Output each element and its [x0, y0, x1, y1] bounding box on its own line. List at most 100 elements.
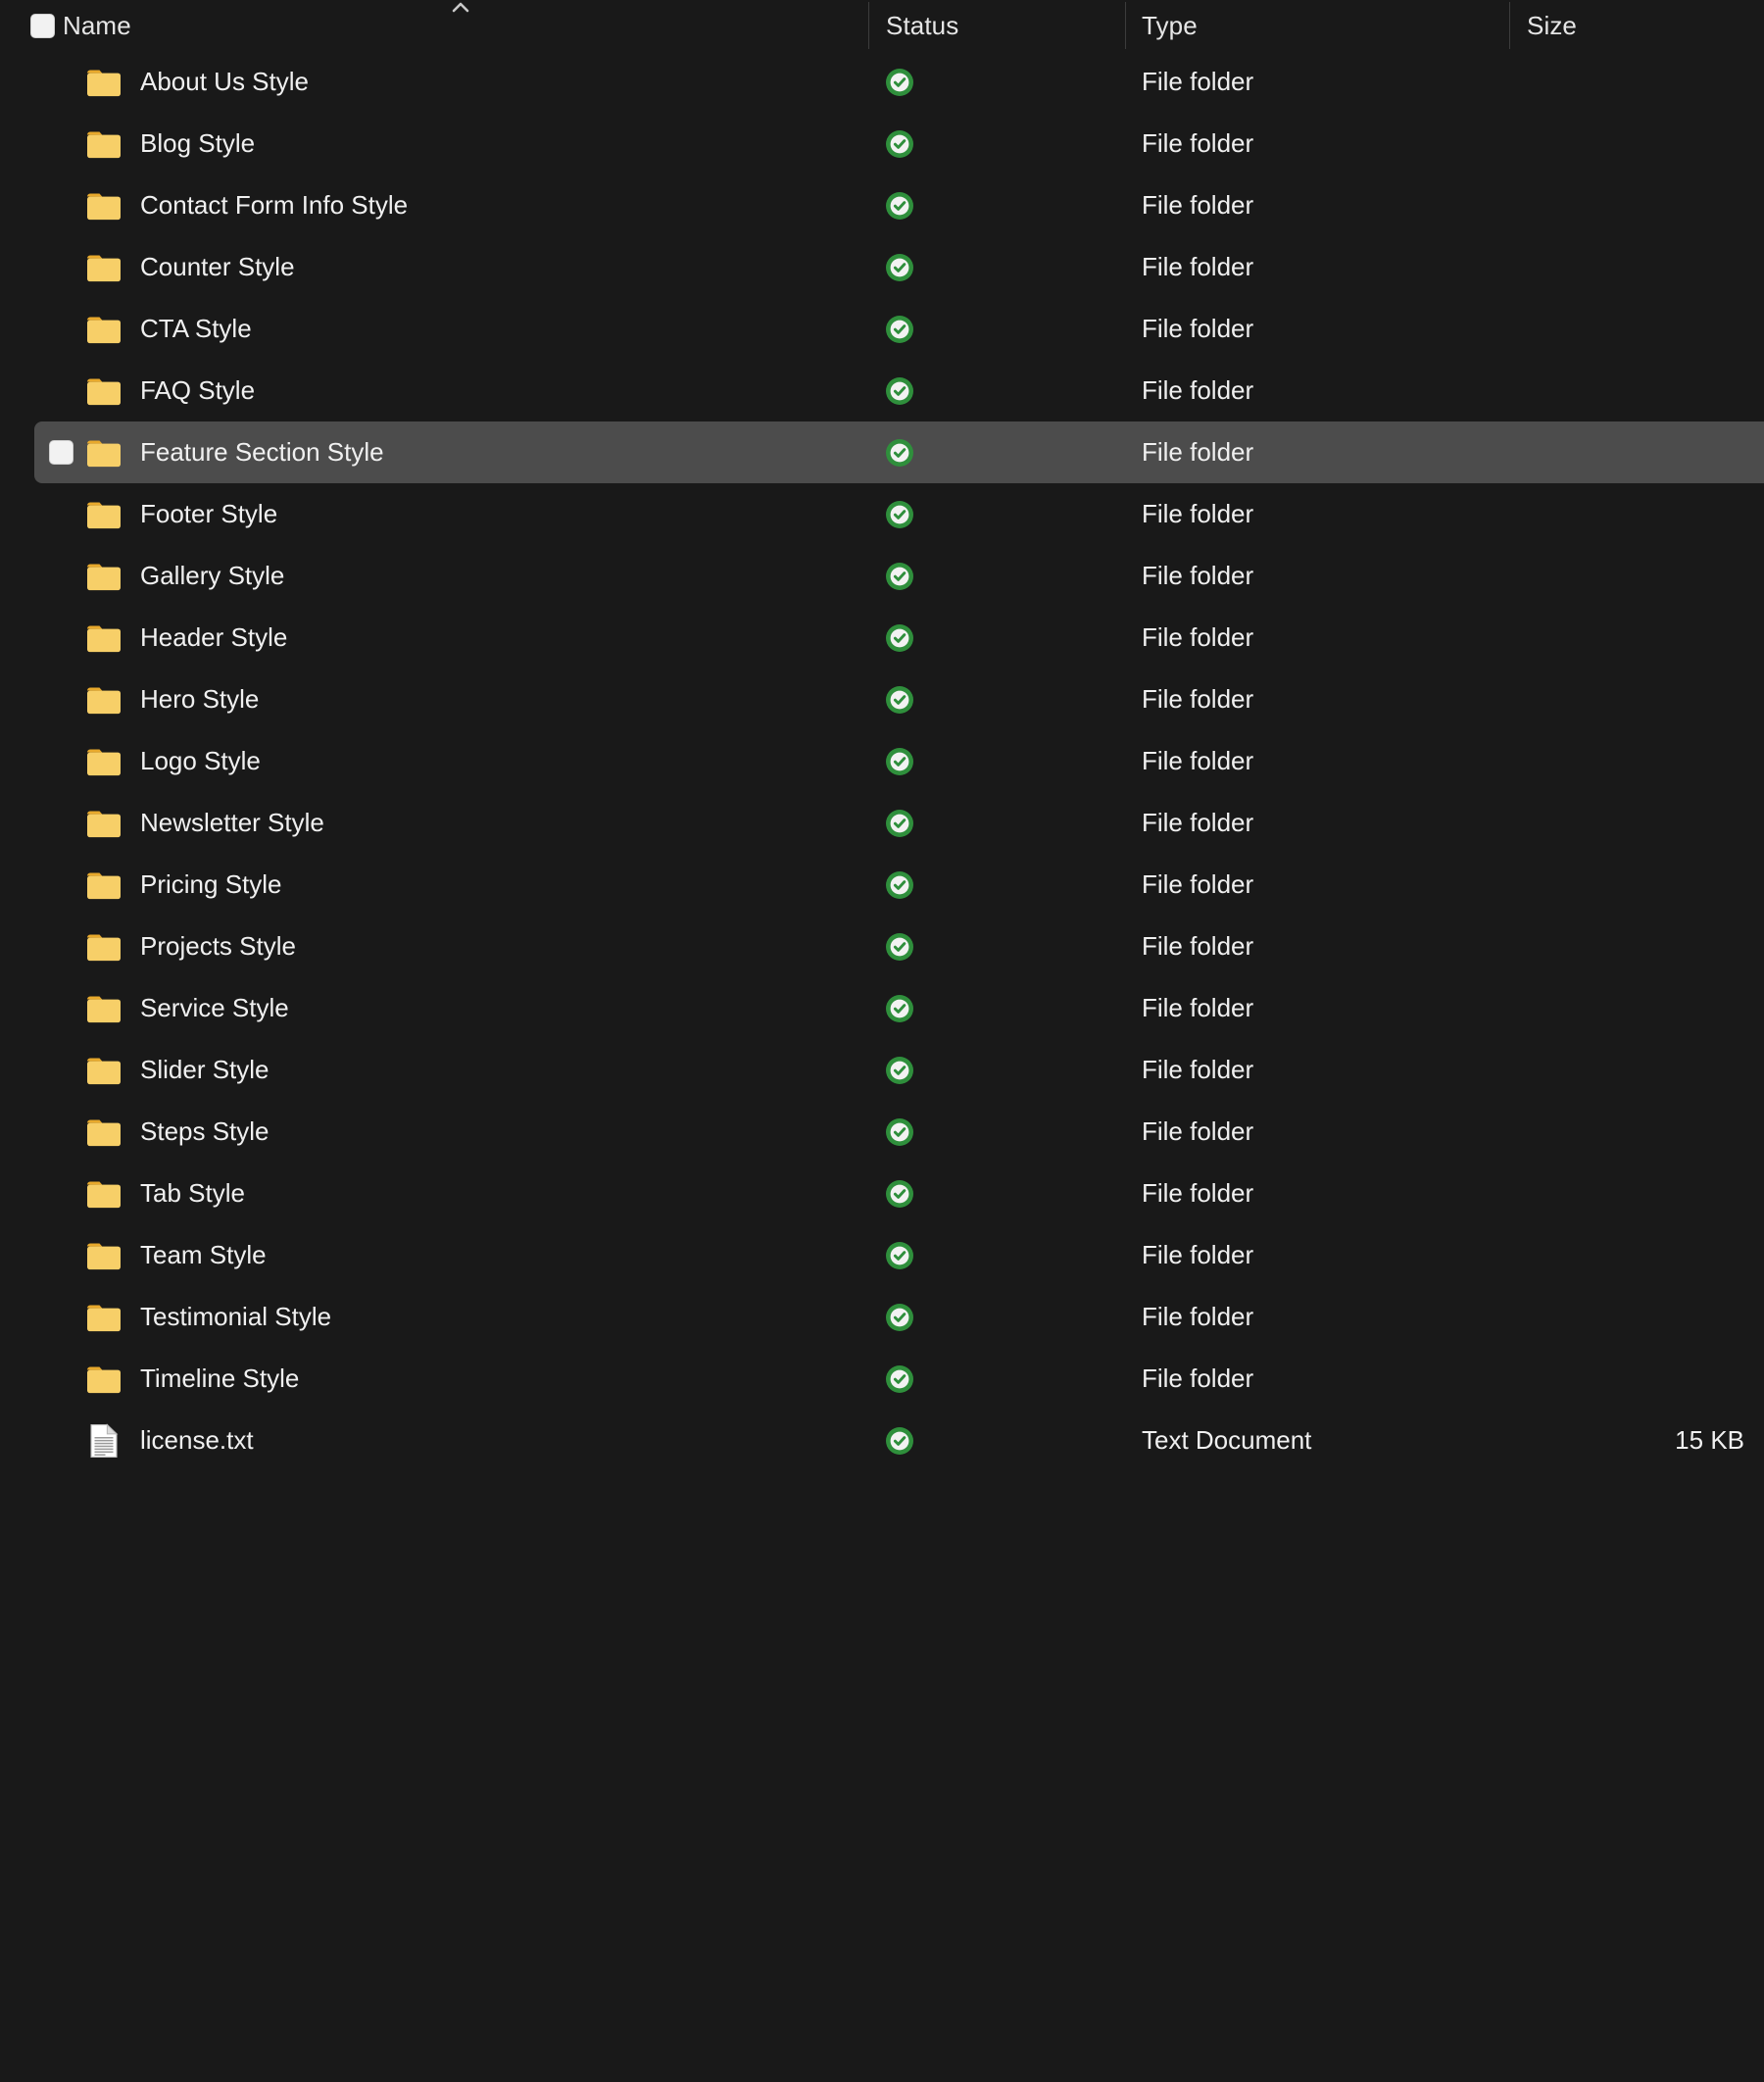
synced-check-icon	[885, 932, 914, 962]
table-row[interactable]: Slider Style File folder	[0, 1039, 1764, 1101]
row-background[interactable]: Hero StyleFile folder	[0, 669, 1764, 730]
table-row[interactable]: Newsletter StyleFile folder	[0, 792, 1764, 854]
cell-name[interactable]: Footer Style	[86, 483, 868, 545]
cell-type: File folder	[1125, 421, 1509, 483]
cell-name[interactable]: Pricing Style	[86, 854, 868, 916]
cell-name[interactable]: license.txt	[86, 1410, 868, 1471]
synced-check-icon	[885, 376, 914, 406]
row-background[interactable]: Pricing Style File folder	[0, 854, 1764, 916]
file-type-label: File folder	[1142, 869, 1253, 900]
table-row[interactable]: FAQ Style File folder	[0, 360, 1764, 421]
cell-size	[1509, 792, 1764, 854]
cell-type: File folder	[1125, 1039, 1509, 1101]
folder-icon	[86, 685, 122, 715]
table-row[interactable]: Pricing Style File folder	[0, 854, 1764, 916]
file-size-label: 15 KB	[1675, 1425, 1744, 1456]
table-row[interactable]: Timeline StyleFile folder	[0, 1348, 1764, 1410]
column-header-size[interactable]: Size	[1509, 0, 1764, 51]
cell-name[interactable]: Testimonial Style	[86, 1286, 868, 1348]
column-header-name[interactable]: Name	[0, 0, 868, 51]
row-background[interactable]: Counter StyleFile folder	[0, 236, 1764, 298]
row-background[interactable]: Timeline StyleFile folder	[0, 1348, 1764, 1410]
table-row[interactable]: Counter StyleFile folder	[0, 236, 1764, 298]
cell-name[interactable]: Counter Style	[86, 236, 868, 298]
table-row[interactable]: Footer StyleFile folder	[0, 483, 1764, 545]
table-row[interactable]: Service StyleFile folder	[0, 977, 1764, 1039]
cell-type: File folder	[1125, 113, 1509, 174]
synced-check-icon	[885, 68, 914, 97]
table-row[interactable]: Team StyleFile folder	[0, 1224, 1764, 1286]
cell-name[interactable]: Projects Style	[86, 916, 868, 977]
row-background[interactable]: Steps StyleFile folder	[0, 1101, 1764, 1163]
table-row[interactable]: About Us StyleFile folder	[0, 51, 1764, 113]
column-header-status[interactable]: Status	[868, 0, 1125, 51]
row-background[interactable]: Tab Style File folder	[0, 1163, 1764, 1224]
row-background[interactable]: FAQ Style File folder	[0, 360, 1764, 421]
cell-name[interactable]: Feature Section Style	[86, 421, 868, 483]
table-row[interactable]: Steps StyleFile folder	[0, 1101, 1764, 1163]
file-type-label: File folder	[1142, 375, 1253, 406]
cell-size	[1509, 113, 1764, 174]
table-row[interactable]: Tab Style File folder	[0, 1163, 1764, 1224]
row-background[interactable]: Testimonial StyleFile folder	[0, 1286, 1764, 1348]
folder-icon	[86, 500, 122, 529]
cell-name[interactable]: Newsletter Style	[86, 792, 868, 854]
table-row[interactable]: Header Style File folder	[0, 607, 1764, 669]
column-header-type[interactable]: Type	[1125, 0, 1509, 51]
cell-name[interactable]: Logo Style	[86, 730, 868, 792]
cell-name[interactable]: Tab Style	[86, 1163, 868, 1224]
table-row[interactable]: Testimonial StyleFile folder	[0, 1286, 1764, 1348]
synced-check-icon	[885, 1179, 914, 1209]
row-checkbox[interactable]	[49, 440, 74, 465]
cell-name[interactable]: CTA Style	[86, 298, 868, 360]
row-background[interactable]: Service StyleFile folder	[0, 977, 1764, 1039]
row-background[interactable]: Gallery StyleFile folder	[0, 545, 1764, 607]
cell-name[interactable]: Service Style	[86, 977, 868, 1039]
row-background[interactable]: CTA StyleFile folder	[0, 298, 1764, 360]
cell-status	[868, 1163, 1125, 1224]
table-row[interactable]: Logo StyleFile folder	[0, 730, 1764, 792]
cell-name[interactable]: About Us Style	[86, 51, 868, 113]
cell-size	[1509, 1163, 1764, 1224]
row-background[interactable]: Footer StyleFile folder	[0, 483, 1764, 545]
cell-type: File folder	[1125, 1163, 1509, 1224]
table-row[interactable]: license.txtText Document15 KB	[0, 1410, 1764, 1471]
row-background[interactable]: Header Style File folder	[0, 607, 1764, 669]
cell-type: File folder	[1125, 607, 1509, 669]
row-background[interactable]: Blog Style File folder	[0, 113, 1764, 174]
table-row[interactable]: CTA StyleFile folder	[0, 298, 1764, 360]
cell-name[interactable]: Hero Style	[86, 669, 868, 730]
cell-name[interactable]: Steps Style	[86, 1101, 868, 1163]
row-background[interactable]: Logo StyleFile folder	[0, 730, 1764, 792]
cell-name[interactable]: Contact Form Info Style	[86, 174, 868, 236]
synced-check-icon	[885, 623, 914, 653]
table-row[interactable]: Gallery StyleFile folder	[0, 545, 1764, 607]
row-background[interactable]: Contact Form Info StyleFile folder	[0, 174, 1764, 236]
synced-check-icon	[885, 685, 914, 715]
cell-name[interactable]: Blog Style	[86, 113, 868, 174]
row-background[interactable]: Feature Section Style File folder	[34, 421, 1764, 483]
synced-check-icon	[885, 129, 914, 159]
cell-name[interactable]: Gallery Style	[86, 545, 868, 607]
cell-name[interactable]: Timeline Style	[86, 1348, 868, 1410]
row-background[interactable]: Slider Style File folder	[0, 1039, 1764, 1101]
table-row[interactable]: Feature Section Style File folder	[0, 421, 1764, 483]
file-name-label: Gallery Style	[140, 561, 284, 591]
row-background[interactable]: About Us StyleFile folder	[0, 51, 1764, 113]
cell-name[interactable]: Team Style	[86, 1224, 868, 1286]
row-background[interactable]: Team StyleFile folder	[0, 1224, 1764, 1286]
cell-size	[1509, 298, 1764, 360]
table-row[interactable]: Blog Style File folder	[0, 113, 1764, 174]
row-background[interactable]: Newsletter StyleFile folder	[0, 792, 1764, 854]
row-background[interactable]: license.txtText Document15 KB	[0, 1410, 1764, 1471]
cell-status	[868, 1039, 1125, 1101]
table-row[interactable]: Hero StyleFile folder	[0, 669, 1764, 730]
cell-name[interactable]: Slider Style	[86, 1039, 868, 1101]
cell-size	[1509, 51, 1764, 113]
table-row[interactable]: Contact Form Info StyleFile folder	[0, 174, 1764, 236]
synced-check-icon	[885, 747, 914, 776]
cell-name[interactable]: Header Style	[86, 607, 868, 669]
row-background[interactable]: Projects StyleFile folder	[0, 916, 1764, 977]
cell-name[interactable]: FAQ Style	[86, 360, 868, 421]
table-row[interactable]: Projects StyleFile folder	[0, 916, 1764, 977]
